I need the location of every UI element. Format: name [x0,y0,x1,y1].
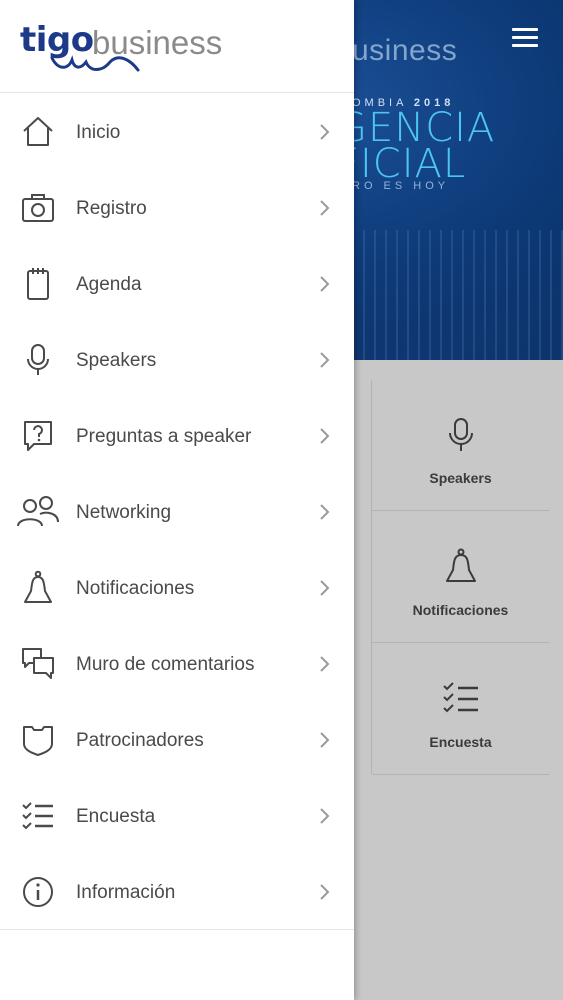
menu-item-label: Inicio [76,122,121,143]
une-swoosh-icon [50,55,140,72]
navigation-drawer: tigo business Inicio Registro Agenda Spe… [0,0,354,1000]
microphone-icon [27,344,49,375]
menu-item-label: Notificaciones [76,578,195,599]
hero-tagline: RO ES HOY [352,180,450,192]
checklist-icon [443,682,478,713]
hero-title-line2: FICIAL [336,141,467,187]
menu-item-label: Preguntas a speaker [76,426,252,447]
chevron-right-icon [320,580,330,596]
tile-encuesta[interactable]: Encuesta [372,644,549,775]
chevron-right-icon [320,352,330,368]
notebook-icon [27,268,49,300]
menu-item-inicio[interactable]: Inicio [0,94,354,170]
people-icon [17,496,59,527]
menu-item-agenda[interactable]: Agenda [0,246,354,322]
drawer-header: tigo business [0,0,354,93]
menu-item-label: Agenda [76,274,142,295]
drawer-footer-divider [0,929,354,930]
menu-item-encuesta[interactable]: Encuesta [0,778,354,854]
menu-item-speakers[interactable]: Speakers [0,322,354,398]
home-icon [23,117,53,146]
hamburger-menu-icon[interactable] [512,28,538,48]
shield-icon [23,726,53,756]
chevron-right-icon [320,732,330,748]
hero-matrix-decoration [352,230,563,360]
hero-title: GENCIA FICIAL [336,108,495,187]
menu-item-label: Patrocinadores [76,730,204,751]
chevron-right-icon [320,124,330,140]
menu-item-label: Registro [76,198,147,219]
hero-logo: usiness [352,34,457,68]
menu-item-informacion[interactable]: Información [0,854,354,930]
menu-item-muro[interactable]: Muro de comentarios [0,626,354,702]
menu-item-label: Información [76,882,176,903]
hero-logo-text: usiness [352,34,458,67]
tile-notificaciones[interactable]: Notificaciones [372,512,549,643]
info-icon [23,877,53,907]
chevron-right-icon [320,428,330,444]
menu-item-label: Networking [76,502,172,523]
chevron-right-icon [320,200,330,216]
chevron-right-icon [320,276,330,292]
menu-item-patrocinadores[interactable]: Patrocinadores [0,702,354,778]
menu-item-registro[interactable]: Registro [0,170,354,246]
tile-label: Notificaciones [412,602,509,618]
question-bubble-icon [24,421,52,451]
menu-item-networking[interactable]: Networking [0,474,354,550]
menu-item-preguntas[interactable]: Preguntas a speaker [0,398,354,474]
menu-item-label: Encuesta [76,806,156,827]
tile-label: Speakers [429,470,492,486]
bell-icon [24,570,52,603]
drawer-menu: Inicio Registro Agenda Speakers Pregunta… [0,94,354,930]
chevron-right-icon [320,656,330,672]
chevron-right-icon [320,808,330,824]
menu-item-notificaciones[interactable]: Notificaciones [0,550,354,626]
menu-item-label: Speakers [76,350,157,371]
chevron-right-icon [320,884,330,900]
bell-icon [446,548,476,582]
menu-item-label: Muro de comentarios [76,654,255,675]
checklist-icon [22,802,53,830]
microphone-icon [449,418,473,451]
tile-speakers[interactable]: Speakers [372,380,549,511]
chevron-right-icon [320,504,330,520]
camera-icon [22,194,54,222]
tile-label: Encuesta [429,734,492,750]
chat-bubbles-icon [22,648,54,679]
